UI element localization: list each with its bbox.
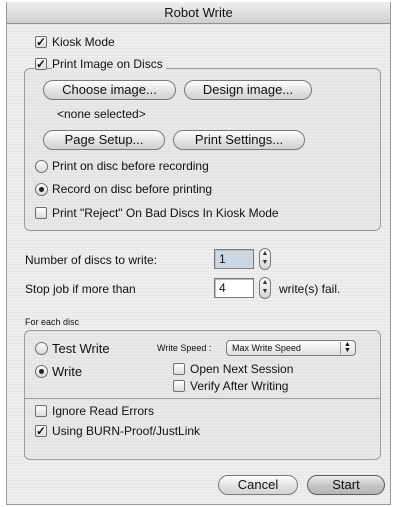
discs-count-label: Number of discs to write: xyxy=(25,253,158,267)
robot-write-window: Robot Write ✓ Kiosk Mode ✓ Print Image o… xyxy=(6,2,391,505)
section-divider xyxy=(24,398,381,399)
print-settings-button[interactable]: Print Settings... xyxy=(173,130,305,150)
cancel-button[interactable]: Cancel xyxy=(218,475,298,495)
page-setup-button[interactable]: Page Setup... xyxy=(43,130,165,150)
discs-count-field[interactable]: 1 xyxy=(214,249,254,269)
kiosk-mode-checkbox[interactable]: ✓ xyxy=(35,36,47,48)
stop-job-suffix: write(s) fail. xyxy=(279,282,341,296)
verify-after-writing-checkbox[interactable] xyxy=(173,380,185,392)
stop-job-field[interactable]: 4 xyxy=(214,278,254,298)
record-before-printing-label: Record on disc before printing xyxy=(52,182,213,196)
record-before-printing-radio[interactable] xyxy=(35,183,48,196)
burn-proof-label: Using BURN-Proof/JustLink xyxy=(52,424,201,438)
write-speed-popup[interactable]: Max Write Speed ▲ ▼ xyxy=(226,340,356,356)
design-image-button[interactable]: Design image... xyxy=(184,80,312,100)
stepper-arrows-icon: ▲ ▼ xyxy=(261,279,269,295)
stepper-arrows-icon: ▲ ▼ xyxy=(261,250,269,266)
open-next-session-label: Open Next Session xyxy=(190,362,294,376)
print-image-label: Print Image on Discs xyxy=(52,57,166,71)
write-label: Write xyxy=(52,364,83,379)
print-image-checkbox[interactable]: ✓ xyxy=(35,58,47,70)
print-reject-checkbox[interactable] xyxy=(35,207,47,219)
test-write-label: Test Write xyxy=(52,341,110,356)
window-title: Robot Write xyxy=(7,2,390,24)
popup-arrows-icon: ▲ ▼ xyxy=(340,341,354,354)
stop-job-label: Stop job if more than xyxy=(25,282,136,296)
choose-image-button[interactable]: Choose image... xyxy=(43,80,176,100)
checkmark-icon: ✓ xyxy=(36,35,47,49)
write-speed-value: Max Write Speed xyxy=(232,343,301,353)
open-next-session-checkbox[interactable] xyxy=(173,363,185,375)
burn-proof-checkbox[interactable]: ✓ xyxy=(35,425,47,437)
kiosk-mode-label: Kiosk Mode xyxy=(52,35,115,49)
print-reject-label: Print "Reject" On Bad Discs In Kiosk Mod… xyxy=(52,206,279,220)
start-button[interactable]: Start xyxy=(307,475,385,495)
ignore-read-errors-label: Ignore Read Errors xyxy=(52,404,155,418)
checkmark-icon: ✓ xyxy=(36,57,47,71)
write-radio[interactable] xyxy=(35,365,48,378)
print-before-recording-radio[interactable] xyxy=(35,160,48,173)
write-speed-label: Write Speed : xyxy=(157,343,212,353)
ignore-read-errors-checkbox[interactable] xyxy=(35,405,47,417)
test-write-radio[interactable] xyxy=(35,342,48,355)
verify-after-writing-label: Verify After Writing xyxy=(190,379,289,393)
selected-image-text: <none selected> xyxy=(57,107,146,121)
print-before-recording-label: Print on disc before recording xyxy=(52,159,209,173)
discs-count-stepper[interactable]: ▲ ▼ xyxy=(259,248,271,270)
stop-job-stepper[interactable]: ▲ ▼ xyxy=(259,277,271,299)
checkmark-icon: ✓ xyxy=(36,424,47,438)
for-each-disc-label: For each disc xyxy=(25,317,80,327)
